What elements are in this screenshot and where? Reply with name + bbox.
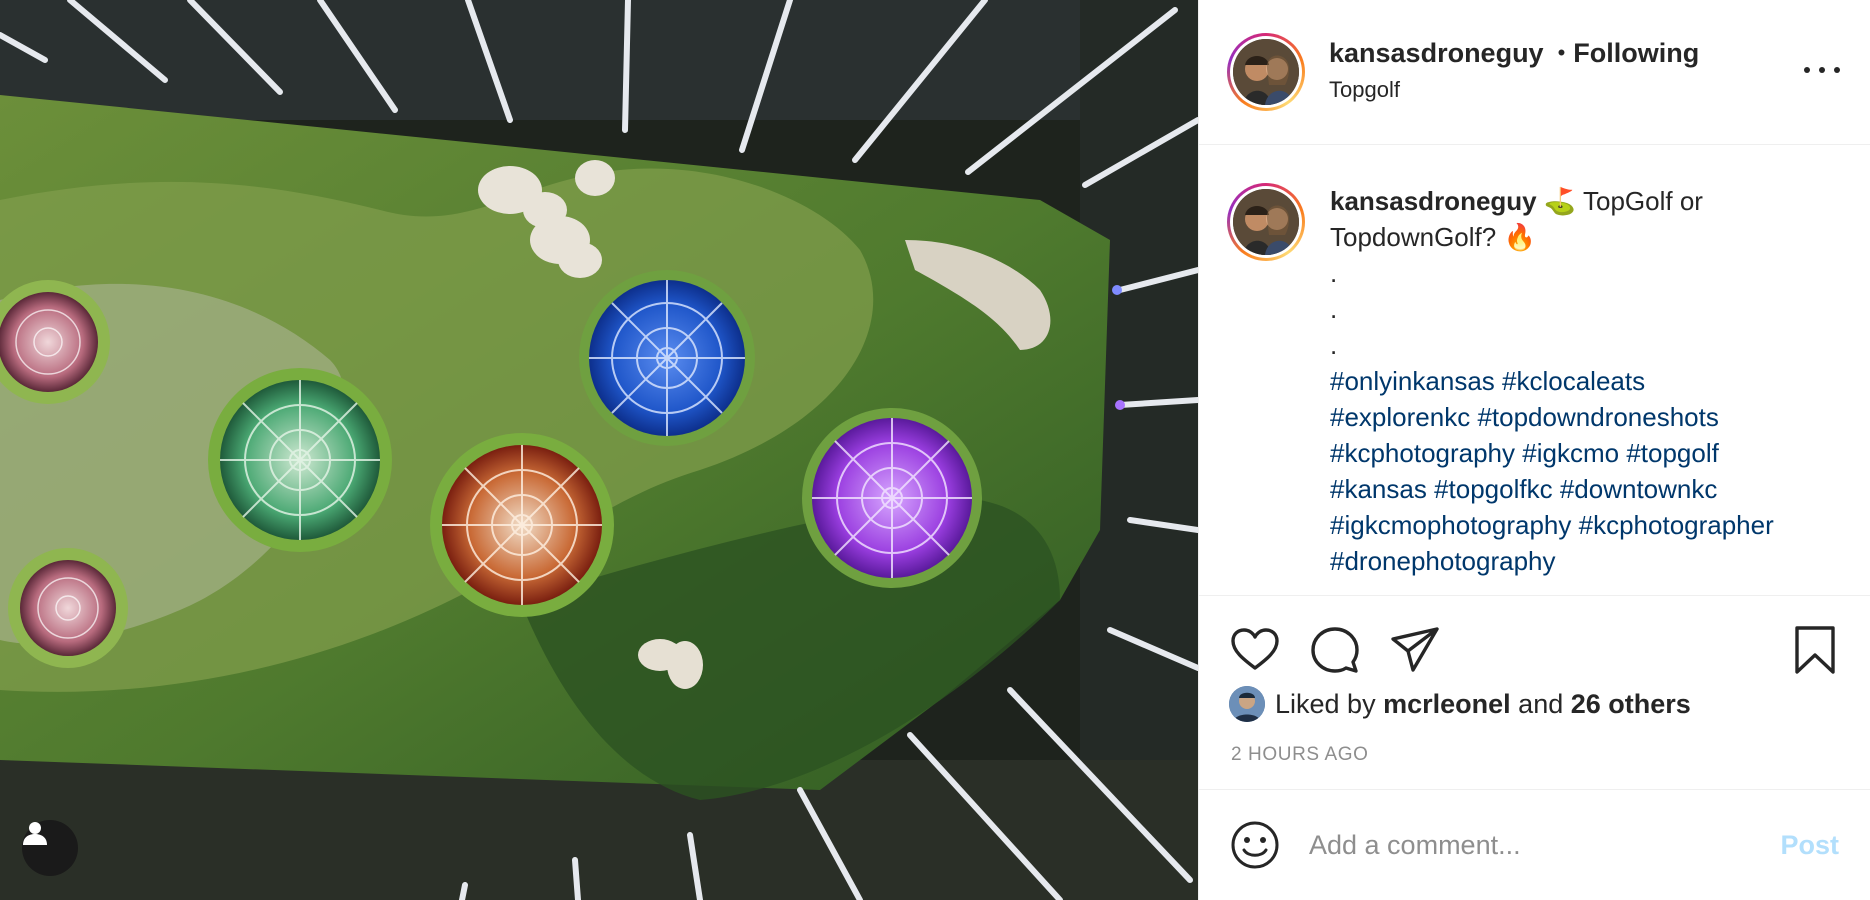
user-tags-button[interactable] bbox=[22, 820, 78, 876]
target-orange bbox=[430, 433, 614, 617]
post-side-panel: kansasdroneguy • Following Topgolf kansa… bbox=[1198, 0, 1870, 900]
author-avatar[interactable] bbox=[1227, 33, 1305, 111]
comment-input[interactable] bbox=[1309, 829, 1749, 861]
hashtag-link[interactable]: #kcphotography bbox=[1330, 438, 1515, 468]
hashtag-link[interactable]: #topgolf bbox=[1626, 438, 1719, 468]
target-green bbox=[208, 368, 392, 552]
post-actions: Liked by mcrleonel and 26 others 2 HOURS… bbox=[1199, 595, 1870, 807]
caption-username[interactable]: kansasdroneguy bbox=[1330, 186, 1537, 216]
smiley-icon[interactable] bbox=[1229, 819, 1281, 871]
post-header: kansasdroneguy • Following Topgolf bbox=[1199, 0, 1870, 145]
author-username[interactable]: kansasdroneguy bbox=[1329, 38, 1544, 69]
likes-prefix: Liked by bbox=[1275, 688, 1376, 719]
hashtag-link[interactable]: #onlyinkansas bbox=[1330, 366, 1495, 396]
target-purple bbox=[802, 408, 982, 588]
post-comment-button[interactable]: Post bbox=[1780, 830, 1839, 861]
separator-dot: • bbox=[1557, 40, 1566, 65]
hashtag-link[interactable]: #igkcmophotography bbox=[1330, 510, 1571, 540]
paper-plane-icon[interactable] bbox=[1389, 624, 1441, 676]
ellipsis-icon[interactable] bbox=[1804, 58, 1840, 82]
target-blue bbox=[579, 270, 755, 446]
user-icon bbox=[23, 822, 47, 845]
post-location[interactable]: Topgolf bbox=[1329, 77, 1699, 103]
post-timestamp[interactable]: 2 HOURS AGO bbox=[1231, 744, 1369, 766]
hashtag-link[interactable]: #kclocaleats bbox=[1502, 366, 1645, 396]
avatar-photo bbox=[1233, 39, 1299, 105]
hashtag-list: #onlyinkansas #kclocaleats #explorenkc #… bbox=[1330, 363, 1846, 579]
bookmark-icon[interactable] bbox=[1789, 624, 1841, 676]
hashtag-link[interactable]: #topgolfkc bbox=[1434, 474, 1553, 504]
caption-avatar[interactable] bbox=[1227, 183, 1305, 261]
likes-summary: Liked by mcrleonel and 26 others bbox=[1229, 686, 1691, 722]
hashtag-link[interactable]: #downtownkc bbox=[1560, 474, 1718, 504]
hashtag-link[interactable]: #dronephotography bbox=[1330, 546, 1556, 576]
target-pink-bottom bbox=[8, 548, 128, 668]
liker-avatar[interactable] bbox=[1229, 686, 1265, 722]
likes-others-link[interactable]: 26 others bbox=[1571, 689, 1691, 720]
comment-icon[interactable] bbox=[1309, 624, 1361, 676]
hashtag-link[interactable]: #explorenkc bbox=[1330, 402, 1470, 432]
likes-conjunction: and bbox=[1518, 688, 1564, 719]
hashtag-link[interactable]: #igkcmo bbox=[1522, 438, 1619, 468]
hashtag-link[interactable]: #topdowndroneshots bbox=[1477, 402, 1718, 432]
hashtag-link[interactable]: #kcphotographer bbox=[1579, 510, 1774, 540]
caption-dot-line: . bbox=[1330, 258, 1338, 288]
caption-dot-line: . bbox=[1330, 294, 1338, 324]
heart-icon[interactable] bbox=[1229, 624, 1281, 676]
comment-form: Post bbox=[1199, 789, 1870, 900]
post-photo[interactable] bbox=[0, 0, 1198, 900]
following-button[interactable]: Following bbox=[1573, 38, 1699, 69]
caption-dot-line: . bbox=[1330, 330, 1338, 360]
instagram-post: kansasdroneguy • Following Topgolf kansa… bbox=[0, 0, 1870, 900]
top-liker-link[interactable]: mcrleonel bbox=[1383, 689, 1511, 720]
hashtag-link[interactable]: #kansas bbox=[1330, 474, 1427, 504]
topgolf-aerial-image bbox=[0, 0, 1198, 900]
